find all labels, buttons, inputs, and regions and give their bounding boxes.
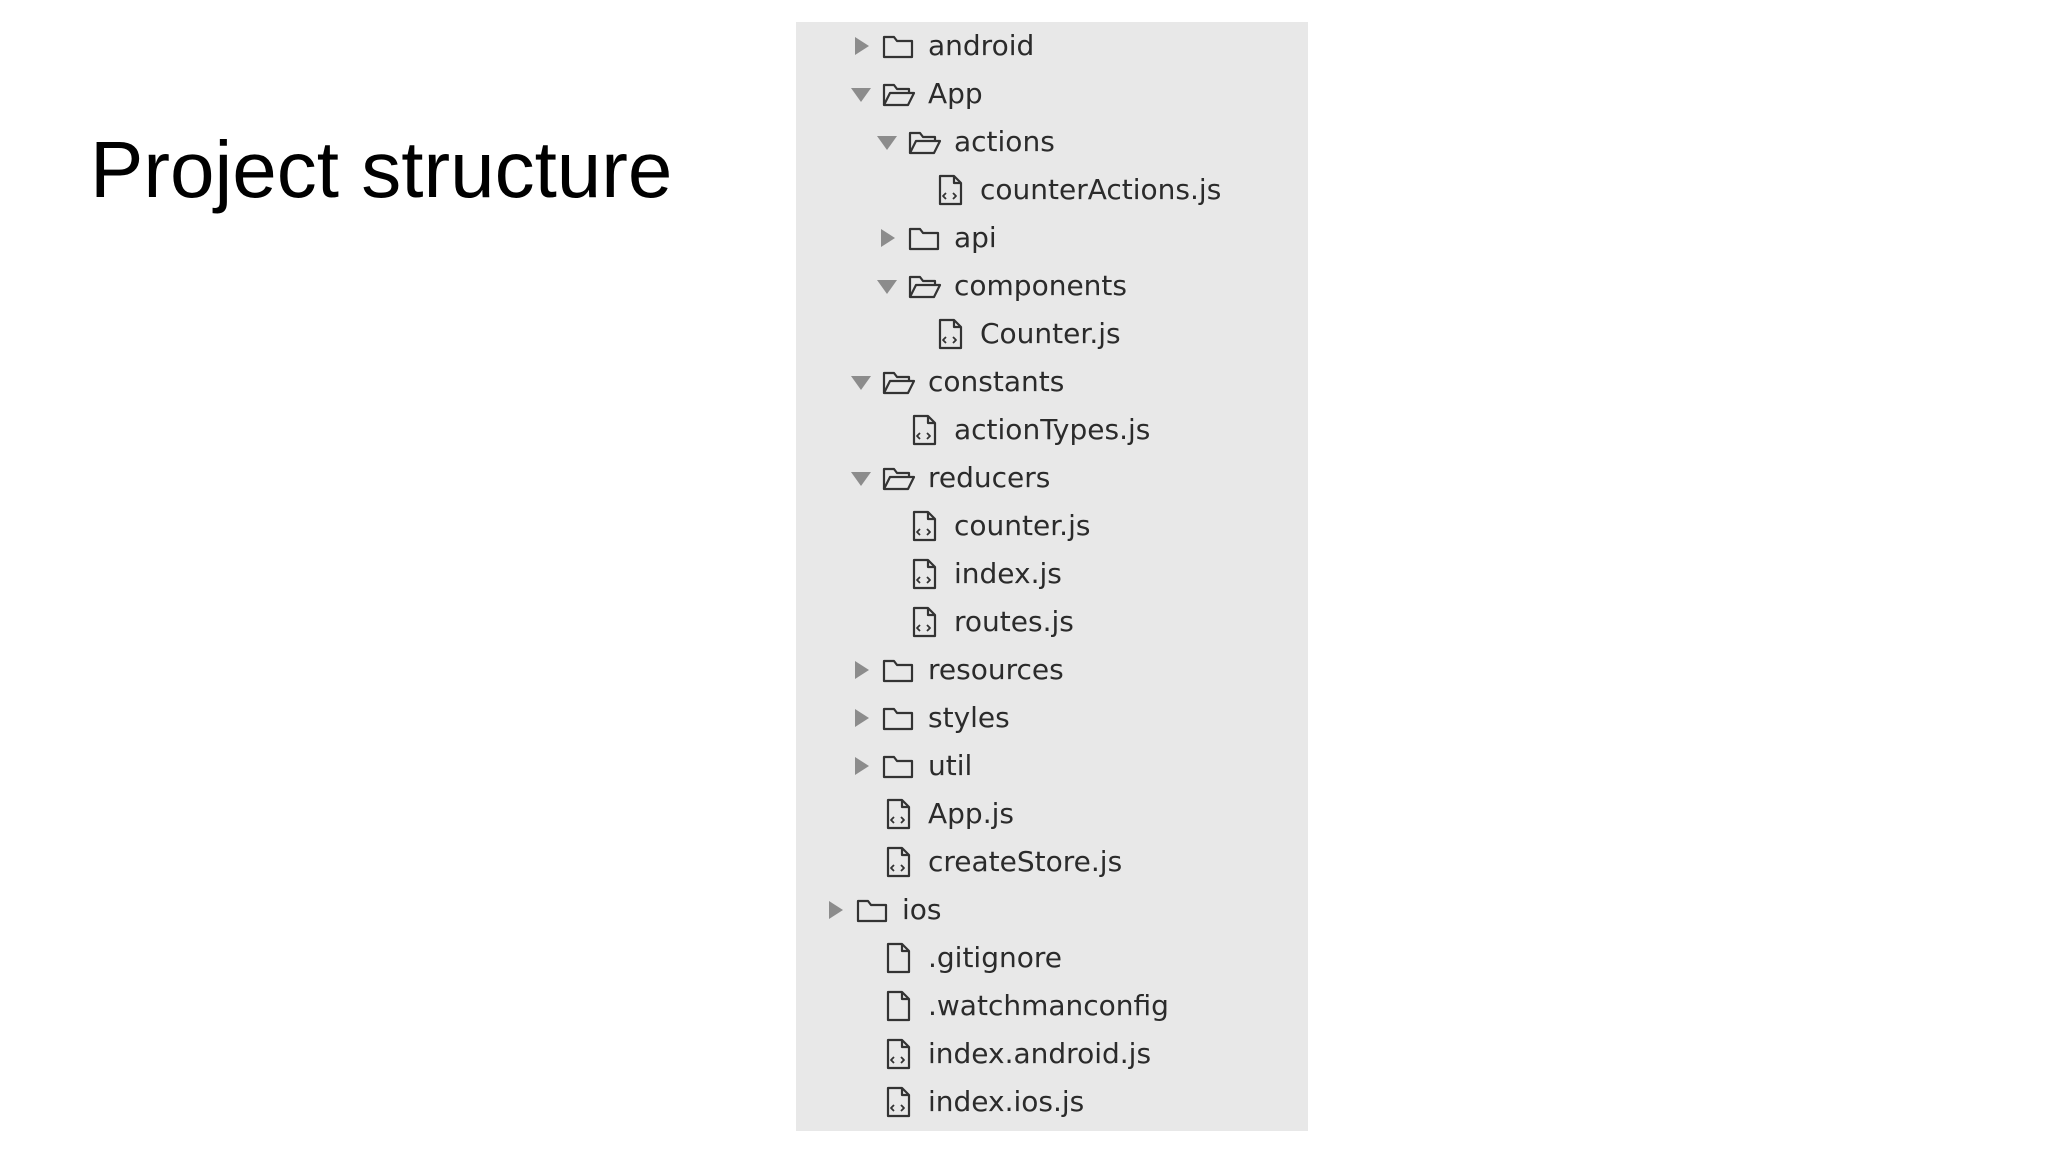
tree-folder-util[interactable]: util [846,742,972,790]
tree-file-index-js[interactable]: index.js [872,550,1062,598]
arrow-spacer [872,511,902,541]
tree-file-watchmanconfig[interactable]: .watchmanconfig [846,982,1169,1030]
js-file-icon [880,1036,916,1072]
project-tree-panel[interactable]: android App actions counterActions.js api com… [796,22,1308,1131]
arrow-spacer [846,1087,876,1117]
tree-item-label: .gitignore [928,941,1062,974]
tree-item-label: index.ios.js [928,1085,1085,1118]
tree-item-label: resources [928,653,1064,686]
arrow-spacer [872,559,902,589]
js-file-icon [932,172,968,208]
tree-item-label: App [928,77,983,110]
tree-file-actiontypes-js[interactable]: actionTypes.js [872,406,1150,454]
folder-open-icon [906,268,942,304]
tree-folder-resources[interactable]: resources [846,646,1064,694]
tree-folder-reducers[interactable]: reducers [846,454,1050,502]
tree-folder-app[interactable]: App [846,70,983,118]
arrow-spacer [846,943,876,973]
expand-arrow-down-icon[interactable] [872,127,902,157]
tree-item-label: reducers [928,461,1051,494]
tree-file-gitignore[interactable]: .gitignore [846,934,1062,982]
tree-file-index-ios-js[interactable]: index.ios.js [846,1078,1084,1126]
tree-item-label: ios [902,893,942,926]
tree-item-label: actions [954,125,1055,158]
expand-arrow-right-icon[interactable] [846,751,876,781]
arrow-spacer [872,607,902,637]
tree-file-app-js[interactable]: App.js [846,790,1014,838]
tree-file-counter-js[interactable]: Counter.js [898,310,1121,358]
arrow-spacer [846,1039,876,1069]
tree-item-label: components [954,269,1127,302]
tree-item-label: counter.js [954,509,1091,542]
folder-icon [880,652,916,688]
js-file-icon [932,316,968,352]
tree-item-label: .watchmanconfig [928,989,1169,1022]
js-file-icon [880,844,916,880]
expand-arrow-right-icon[interactable] [846,31,876,61]
expand-arrow-right-icon[interactable] [872,223,902,253]
tree-item-label: styles [928,701,1010,734]
tree-folder-actions[interactable]: actions [872,118,1055,166]
js-file-icon [880,1084,916,1120]
js-file-icon [880,796,916,832]
tree-folder-styles[interactable]: styles [846,694,1010,742]
tree-folder-components[interactable]: components [872,262,1127,310]
slide-title: Project structure [90,125,673,214]
tree-file-counter-js[interactable]: counter.js [872,502,1090,550]
folder-icon [880,28,916,64]
tree-file-routes-js[interactable]: routes.js [872,598,1074,646]
arrow-spacer [872,415,902,445]
arrow-spacer [846,991,876,1021]
tree-file-counteractions-js[interactable]: counterActions.js [898,166,1221,214]
expand-arrow-right-icon[interactable] [820,895,850,925]
tree-folder-android[interactable]: android [846,22,1034,70]
tree-item-label: util [928,749,973,782]
expand-arrow-right-icon[interactable] [846,703,876,733]
js-file-icon [906,604,942,640]
tree-item-label: index.android.js [928,1037,1152,1070]
expand-arrow-down-icon[interactable] [846,367,876,397]
arrow-spacer [898,319,928,349]
file-icon [880,988,916,1024]
tree-item-label: counterActions.js [980,173,1222,206]
folder-open-icon [880,460,916,496]
folder-icon [906,220,942,256]
expand-arrow-right-icon[interactable] [846,655,876,685]
tree-file-createstore-js[interactable]: createStore.js [846,838,1122,886]
tree-folder-ios[interactable]: ios [820,886,942,934]
tree-item-label: Counter.js [980,317,1121,350]
tree-folder-constants[interactable]: constants [846,358,1064,406]
tree-item-label: api [954,221,997,254]
expand-arrow-down-icon[interactable] [846,463,876,493]
tree-item-label: routes.js [954,605,1074,638]
folder-icon [880,748,916,784]
folder-icon [880,700,916,736]
expand-arrow-down-icon[interactable] [846,79,876,109]
folder-open-icon [880,76,916,112]
tree-item-label: App.js [928,797,1014,830]
expand-arrow-down-icon[interactable] [872,271,902,301]
tree-item-label: constants [928,365,1065,398]
tree-folder-api[interactable]: api [872,214,997,262]
arrow-spacer [846,799,876,829]
arrow-spacer [846,847,876,877]
file-icon [880,940,916,976]
folder-icon [854,892,890,928]
arrow-spacer [898,175,928,205]
tree-item-label: index.js [954,557,1062,590]
tree-item-label: android [928,29,1035,62]
folder-open-icon [880,364,916,400]
tree-file-index-android-js[interactable]: index.android.js [846,1030,1151,1078]
tree-item-label: actionTypes.js [954,413,1151,446]
js-file-icon [906,508,942,544]
js-file-icon [906,556,942,592]
tree-item-label: createStore.js [928,845,1123,878]
folder-open-icon [906,124,942,160]
js-file-icon [906,412,942,448]
